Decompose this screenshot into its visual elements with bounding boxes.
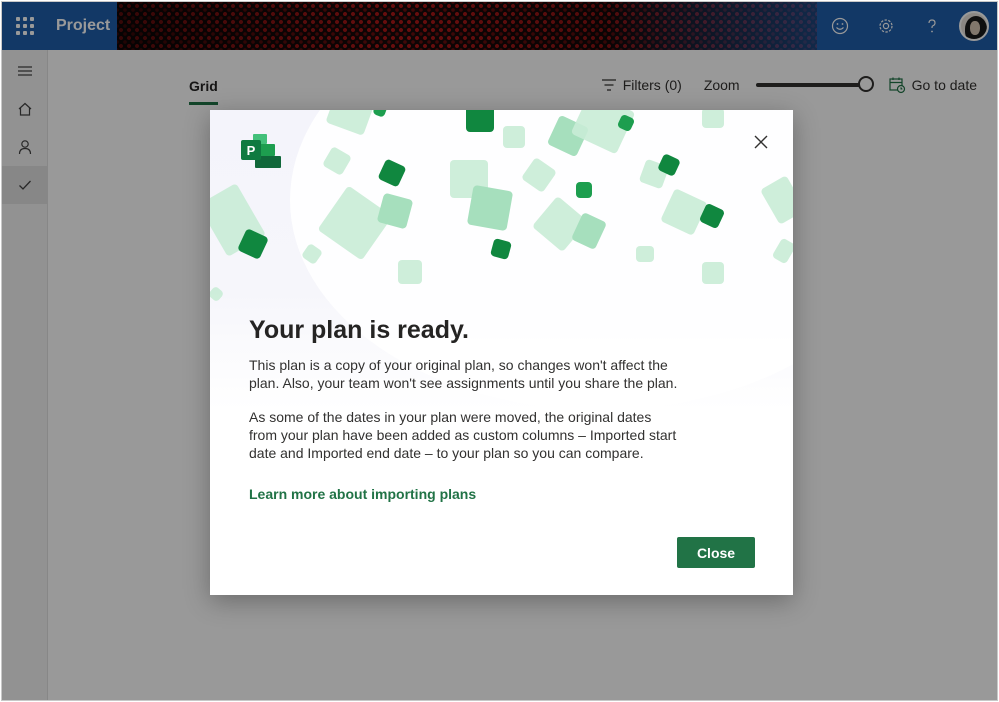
dialog-paragraph-1: This plan is a copy of your original pla… xyxy=(249,357,678,391)
app-window: Project Grid Filters (0) Zoom Go to date… xyxy=(1,1,998,701)
import-complete-dialog: P Your plan is ready. This plan is a cop… xyxy=(210,110,793,595)
svg-text:P: P xyxy=(247,143,256,158)
dialog-title: Your plan is ready. xyxy=(249,316,469,344)
dialog-close-icon[interactable] xyxy=(749,130,773,154)
dialog-paragraph-2: As some of the dates in your plan were m… xyxy=(249,409,677,461)
learn-more-link[interactable]: Learn more about importing plans xyxy=(249,486,476,502)
project-logo-icon: P xyxy=(241,134,281,170)
close-button[interactable]: Close xyxy=(677,537,755,568)
